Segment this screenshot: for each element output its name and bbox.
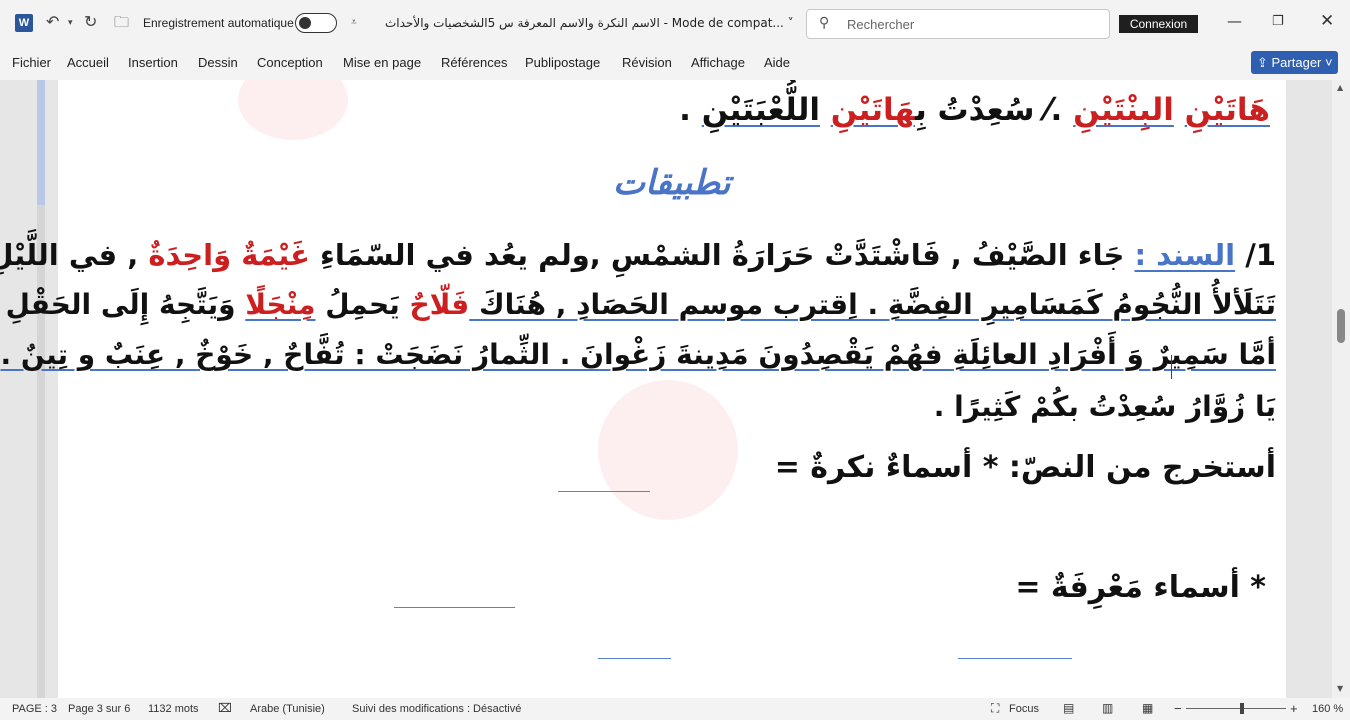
undo-dropdown-icon[interactable]: ▾ (68, 18, 73, 28)
text-line-0: هَاتَيْنِ البِنْتَيْنِ .⁄ سُعِدْتُ بِهَا… (679, 92, 1270, 128)
word: البِنْتَيْنِ (1073, 92, 1174, 128)
track-changes-status[interactable]: Suivi des modifications : Désactivé (352, 703, 521, 715)
tab-revision[interactable]: Révision (622, 55, 672, 70)
search-box[interactable]: ⚲ Rechercher (806, 9, 1110, 39)
tab-dessin[interactable]: Dessin (198, 55, 238, 70)
document-page[interactable]: هَاتَيْنِ البِنْتَيْنِ .⁄ سُعِدْتُ بِهَا… (0, 80, 1286, 698)
question-2: * أسماء مَعْرِفَةٌ = (1015, 570, 1266, 605)
search-icon: ⚲ (819, 15, 830, 31)
word: اللُّعْبَتَيْنِ (701, 92, 820, 128)
tab-insertion[interactable]: Insertion (128, 55, 178, 70)
highlight-word: فَلّاحٌ (409, 288, 470, 321)
autosave-label: Enregistrement automatique (143, 16, 294, 30)
document-title[interactable]: الاسم النكرة والاسم المعرفة س 5الشخصيات … (385, 16, 794, 30)
proofing-icon[interactable]: ⌧ (218, 701, 232, 715)
print-layout-icon[interactable]: ▥ (1102, 701, 1113, 715)
text-run: , في اللَّيْلِ (0, 238, 149, 272)
tab-references[interactable]: Références (441, 55, 507, 70)
autosave-toggle[interactable] (295, 13, 337, 33)
word: هَاتَيْنِ (830, 92, 916, 128)
zoom-out-icon[interactable]: − (1174, 701, 1182, 716)
share-label: Partager ˅ (1271, 55, 1333, 70)
text-line-2: تَتَلَألأُ النُّجُومُ كَمَسَامِيرِ الفِض… (6, 288, 1276, 321)
scroll-up-icon[interactable]: ▲ (1337, 83, 1343, 92)
scroll-down-icon[interactable]: ▼ (1337, 684, 1343, 693)
section-heading: تطبيقات (613, 163, 731, 203)
answer-blank[interactable] (958, 658, 1072, 659)
text-run: جَاء الصَّيْفُ , فَاشْتَدَّتْ حَرَارَةُ … (309, 238, 1135, 272)
title-bar: W ↶ ▾ ↻ 🗀 Enregistrement automatique ⩡ ا… (0, 0, 1350, 46)
vertical-scrollbar[interactable]: ▲ ▼ (1332, 80, 1350, 698)
navigation-strip (37, 80, 45, 698)
word: هَاتَيْنِ (1184, 92, 1270, 128)
tab-accueil[interactable]: Accueil (67, 55, 109, 70)
text-line-4: يَا زُوَّارُ سُعِدْتُ بكُمْ كَثِيرًا . (933, 390, 1276, 423)
word-window: W ↶ ▾ ↻ 🗀 Enregistrement automatique ⩡ ا… (0, 0, 1350, 720)
text-line-1: 1/ السند : جَاء الصَّيْفُ , فَاشْتَدَّتْ… (0, 238, 1276, 272)
tab-mise-en-page[interactable]: Mise en page (343, 55, 421, 70)
language-indicator[interactable]: Arabe (Tunisie) (250, 703, 325, 715)
sanad-label: السند : (1134, 238, 1236, 272)
text-line-3: أمَّا سَمِيرٌ وَ أَفْرَادِ العائِلَةِ فه… (0, 338, 1276, 371)
watermark-image (238, 80, 348, 140)
redo-icon[interactable]: ↻ (84, 12, 97, 31)
tab-affichage[interactable]: Affichage (691, 55, 745, 70)
answer-blank[interactable] (598, 658, 671, 659)
search-placeholder: Rechercher (847, 17, 915, 32)
tab-publipostage[interactable]: Publipostage (525, 55, 600, 70)
close-icon[interactable]: ✕ (1320, 11, 1334, 31)
ribbon-tabs: Fichier Accueil Insertion Dessin Concept… (0, 46, 1350, 80)
question-1: أستخرج من النصّ: * أسماءٌ نكرةٌ = (774, 450, 1276, 485)
navigation-highlight (37, 80, 45, 205)
scroll-thumb[interactable] (1337, 309, 1345, 343)
tab-aide[interactable]: Aide (764, 55, 790, 70)
read-mode-icon[interactable]: ▤ (1063, 701, 1074, 715)
answer-blank[interactable] (394, 607, 515, 608)
answer-blank[interactable] (558, 491, 650, 492)
word-logo-icon: W (15, 14, 33, 32)
web-layout-icon[interactable]: ▦ (1142, 701, 1153, 715)
page-count[interactable]: Page 3 sur 6 (68, 703, 130, 715)
tab-conception[interactable]: Conception (257, 55, 323, 70)
zoom-slider[interactable] (1186, 708, 1286, 709)
tab-fichier[interactable]: Fichier (12, 55, 51, 70)
exercise-number: 1/ (1235, 238, 1276, 272)
focus-icon[interactable]: ⛶ (991, 701, 999, 716)
undo-icon[interactable]: ↶ (46, 12, 59, 31)
focus-label[interactable]: Focus (1009, 703, 1039, 715)
status-bar: PAGE : 3 Page 3 sur 6 1132 mots ⌧ Arabe … (0, 698, 1350, 720)
text-run: وَيَتَّجِهُ إِلَى الحَقْلِ (5, 288, 246, 321)
word: . (679, 92, 702, 128)
highlight-word: غَيْمَةٌ وَاحِدَةٌ (148, 238, 310, 272)
text-run: يَحمِلُ (315, 288, 410, 321)
signin-button[interactable]: Connexion (1119, 15, 1198, 33)
zoom-in-icon[interactable]: + (1290, 701, 1298, 716)
text-cursor (1171, 355, 1172, 379)
share-icon: ⇪ (1257, 55, 1272, 70)
word: .⁄ سُعِدْتُ بِ (915, 92, 1063, 128)
document-area: هَاتَيْنِ البِنْتَيْنِ .⁄ سُعِدْتُ بِهَا… (0, 80, 1350, 698)
text-run: تَتَلَألأُ النُّجُومُ كَمَسَامِيرِ الفِض… (469, 288, 1276, 321)
toggle-knob (299, 16, 311, 29)
share-button[interactable]: ⇪ Partager ˅ (1251, 51, 1338, 74)
watermark-image (598, 380, 738, 520)
zoom-slider-thumb[interactable] (1240, 703, 1244, 714)
folder-icon[interactable]: 🗀 (114, 12, 129, 37)
minimize-icon[interactable]: — (1227, 12, 1242, 30)
restore-icon[interactable]: ❐ (1272, 14, 1284, 29)
zoom-level[interactable]: 160 % (1312, 703, 1343, 715)
customize-icon[interactable]: ⩡ (351, 17, 357, 28)
highlight-word: مِنْجَلًا (245, 288, 316, 321)
word-count[interactable]: 1132 mots (148, 703, 199, 715)
page-indicator[interactable]: PAGE : 3 (12, 703, 57, 715)
